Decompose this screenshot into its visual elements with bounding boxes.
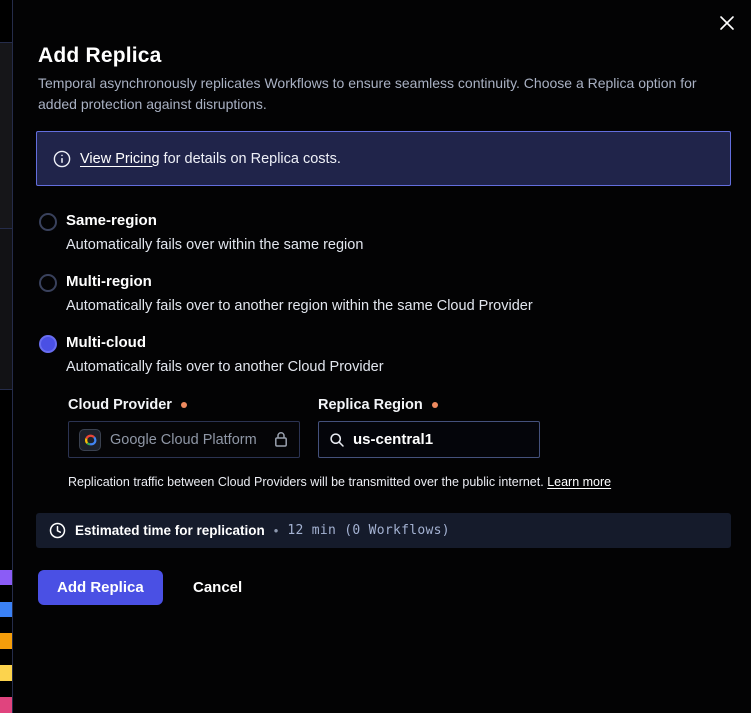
view-pricing-link[interactable]: View Pricing [80,151,160,167]
add-replica-button[interactable]: Add Replica [38,570,163,605]
estimate-banner: Estimated time for replication • 12 min … [36,513,731,548]
background-page-sliver [0,0,13,713]
option-label[interactable]: Same-region [66,212,157,229]
orange-swatch [0,633,12,649]
info-icon [53,150,71,168]
option-description: Automatically fails over to another regi… [66,298,533,314]
estimate-label: Estimated time for replication [75,523,265,538]
screen: Add Replica Temporal asynchronously repl… [0,0,751,713]
blue-swatch [0,602,12,617]
background-panel [0,229,12,389]
pink-swatch [0,697,12,713]
pricing-banner-text: for details on Replica costs. [160,151,341,167]
learn-more-link[interactable]: Learn more [547,475,611,489]
clock-icon [49,522,66,539]
divider [0,228,13,229]
pricing-info-banner: View Pricing for details on Replica cost… [36,131,731,186]
modal-description: Temporal asynchronously replicates Workf… [38,73,726,115]
cloud-provider-value: Google Cloud Platform [110,432,257,448]
required-dot [181,402,187,408]
modal-title: Add Replica [38,44,162,68]
option-label[interactable]: Multi-region [66,273,152,290]
option-label[interactable]: Multi-cloud [66,334,146,351]
cancel-button[interactable]: Cancel [185,570,250,605]
search-icon [329,432,345,448]
replica-region-input[interactable] [353,431,513,448]
divider [0,389,13,390]
estimate-separator: • [274,523,279,538]
option-description: Automatically fails over to another Clou… [66,359,384,375]
yellow-swatch [0,665,12,681]
radio-multi-cloud[interactable] [39,335,57,353]
traffic-note: Replication traffic between Cloud Provid… [68,475,611,489]
option-description: Automatically fails over within the same… [66,237,363,253]
divider [0,42,13,43]
cloud-provider-label: Cloud Provider [68,397,187,413]
add-replica-modal: Add Replica Temporal asynchronously repl… [13,0,751,713]
cloud-provider-select[interactable]: Google Cloud Platform [68,421,300,458]
estimate-value: 12 min (0 Workflows) [287,523,450,538]
close-icon[interactable] [712,8,742,38]
radio-multi-region[interactable] [39,274,57,292]
purple-swatch [0,570,12,585]
lock-icon [273,431,289,448]
radio-same-region[interactable] [39,213,57,231]
required-dot [432,402,438,408]
replica-region-field [318,421,540,458]
gcp-logo-icon [79,429,101,451]
background-panel [0,43,12,228]
replica-region-label: Replica Region [318,397,438,413]
